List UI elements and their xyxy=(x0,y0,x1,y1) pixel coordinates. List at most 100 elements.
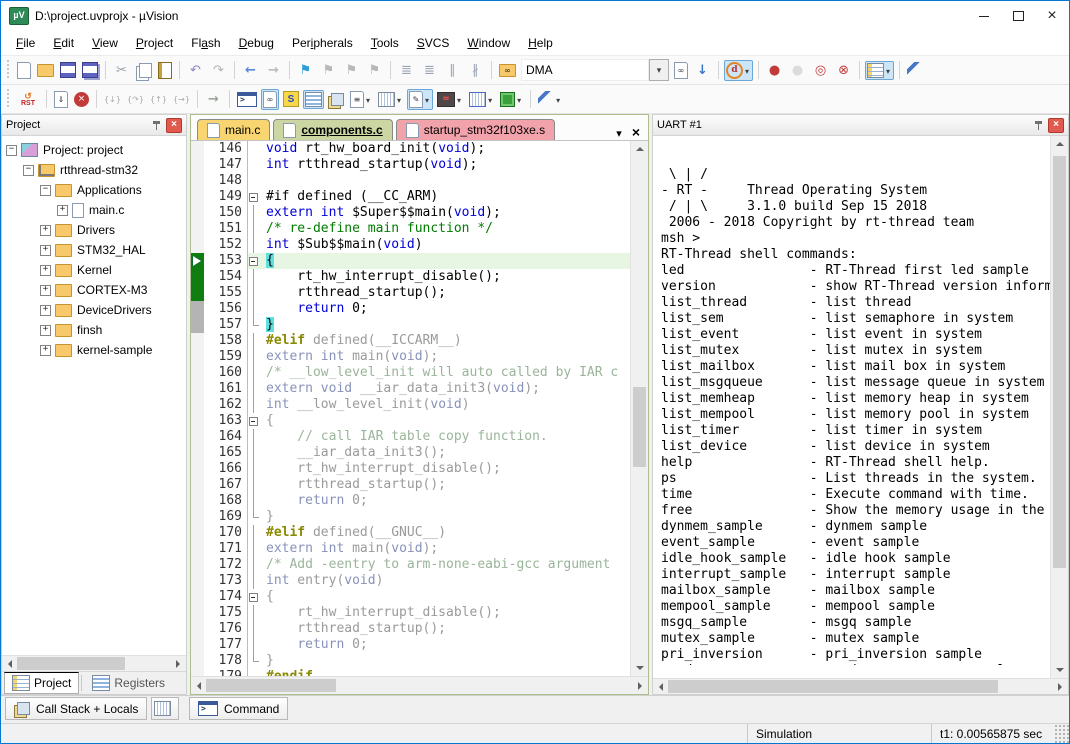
call-stack-tab[interactable]: Call Stack + Locals xyxy=(5,697,147,720)
scroll-thumb[interactable] xyxy=(668,680,998,693)
expander-minus-icon[interactable]: − xyxy=(6,145,17,156)
resize-grip[interactable] xyxy=(1055,724,1069,743)
editor-vertical-scrollbar[interactable] xyxy=(630,141,648,676)
expander-plus-icon[interactable]: + xyxy=(40,285,51,296)
scroll-thumb[interactable] xyxy=(206,679,336,692)
memory-windows-icon[interactable] xyxy=(376,90,405,109)
memory-windows-dropdown-icon[interactable] xyxy=(395,92,403,106)
scroll-left-icon[interactable] xyxy=(191,678,206,693)
expander-plus-icon[interactable]: + xyxy=(40,345,51,356)
navigate-forward-icon[interactable]: → xyxy=(263,60,284,81)
code-line[interactable]: 157} xyxy=(191,317,630,333)
search-dropdown-button[interactable] xyxy=(649,59,669,81)
disable-all-breakpoints-icon[interactable]: ◎ xyxy=(810,60,831,81)
kill-all-breakpoints-icon[interactable]: ⊗ xyxy=(833,60,854,81)
editor-tab-main-c[interactable]: main.c xyxy=(197,119,270,140)
expander-plus-icon[interactable]: + xyxy=(40,245,51,256)
code-line[interactable]: 150extern int $Super$$main(void); xyxy=(191,205,630,221)
scroll-thumb[interactable] xyxy=(17,657,125,670)
tree-item-kernel-sample[interactable]: +kernel-sample xyxy=(2,340,186,360)
tree-item-drivers[interactable]: +Drivers xyxy=(2,220,186,240)
unindent-icon[interactable]: ≣ xyxy=(396,60,417,81)
menu-project[interactable]: Project xyxy=(127,33,182,53)
command-tab[interactable]: > Command xyxy=(189,697,288,720)
insert-breakpoint-icon[interactable]: ● xyxy=(764,60,785,81)
menu-edit[interactable]: Edit xyxy=(44,33,83,53)
menu-file[interactable]: File xyxy=(7,33,44,53)
expander-plus-icon[interactable]: + xyxy=(40,305,51,316)
debug-toolbar-setup-dropdown-icon[interactable] xyxy=(554,92,562,106)
code-line[interactable]: 160/* __low_level_init will auto called … xyxy=(191,365,630,381)
scroll-right-icon[interactable] xyxy=(171,656,186,671)
bookmark-search-icon[interactable]: d xyxy=(724,60,753,81)
code-line[interactable]: 159extern int main(void); xyxy=(191,349,630,365)
copy-icon[interactable] xyxy=(134,61,154,80)
run-to-cursor-icon[interactable]: {→} xyxy=(171,89,192,110)
close-button[interactable] xyxy=(1035,2,1069,30)
editor-tab-startup-stm32f103xe-s[interactable]: startup_stm32f103xe.s xyxy=(396,119,555,140)
menu-flash[interactable]: Flash xyxy=(182,33,229,53)
tree-item-main-c[interactable]: +main.c xyxy=(2,200,186,220)
symbol-window-icon[interactable]: S xyxy=(281,89,301,109)
uart-output[interactable]: \ | / - RT - Thread Operating System / |… xyxy=(653,149,1050,665)
comment-selection-icon[interactable]: ∥ xyxy=(442,60,463,81)
code-line[interactable]: 168 return 0; xyxy=(191,493,630,509)
code-line[interactable]: 147int rtthread_startup(void); xyxy=(191,157,630,173)
next-bookmark-icon[interactable]: ⚑ xyxy=(341,60,362,81)
code-line[interactable]: 171extern int main(void); xyxy=(191,541,630,557)
close-panel-icon[interactable] xyxy=(1048,118,1064,133)
bookmark-search-dropdown-icon[interactable] xyxy=(743,63,751,77)
step-out-icon[interactable]: {↑} xyxy=(148,89,169,110)
disassembly-window-icon[interactable]: ∞ xyxy=(261,89,279,110)
expander-plus-icon[interactable]: + xyxy=(40,225,51,236)
code-line[interactable]: 167 rtthread_startup(); xyxy=(191,477,630,493)
code-line[interactable]: 162int __low_level_init(void) xyxy=(191,397,630,413)
fold-collapse-icon[interactable] xyxy=(247,189,261,205)
close-panel-icon[interactable] xyxy=(166,118,182,133)
tree-item-kernel[interactable]: +Kernel xyxy=(2,260,186,280)
project-horizontal-scrollbar[interactable] xyxy=(2,655,186,671)
scroll-thumb[interactable] xyxy=(633,387,646,467)
code-line[interactable]: 152int $Sub$$main(void) xyxy=(191,237,630,253)
code-line[interactable]: 178} xyxy=(191,653,630,669)
tab-list-dropdown-icon[interactable] xyxy=(616,126,622,140)
scroll-left-icon[interactable] xyxy=(653,679,668,694)
code-line[interactable]: 179#endif xyxy=(191,669,630,676)
toolbar-grip[interactable] xyxy=(6,89,11,109)
scroll-right-icon[interactable] xyxy=(1053,679,1068,694)
step-into-icon[interactable]: {↓} xyxy=(102,89,123,110)
serial-windows-icon[interactable]: ✎ xyxy=(407,89,433,110)
indent-icon[interactable]: ≣ xyxy=(419,60,440,81)
code-line[interactable]: 155 rtthread_startup(); xyxy=(191,285,630,301)
code-line[interactable]: 153{ xyxy=(191,253,630,269)
editor-tab-components-c[interactable]: components.c xyxy=(273,119,392,140)
trace-windows-icon[interactable] xyxy=(467,90,496,109)
tree-item-finsh[interactable]: +finsh xyxy=(2,320,186,340)
serial-windows-dropdown-icon[interactable] xyxy=(423,92,431,106)
code-line[interactable]: 161extern void __iar_data_init3(void); xyxy=(191,381,630,397)
find-in-files-icon[interactable]: ∞ xyxy=(497,62,518,79)
tree-item-devicedrivers[interactable]: +DeviceDrivers xyxy=(2,300,186,320)
previous-bookmark-icon[interactable]: ⚑ xyxy=(318,60,339,81)
menu-debug[interactable]: Debug xyxy=(230,33,283,53)
code-line[interactable]: 146void rt_hw_board_init(void); xyxy=(191,141,630,157)
code-line[interactable]: 158#elif defined(__ICCARM__) xyxy=(191,333,630,349)
expander-plus-icon[interactable]: + xyxy=(57,205,68,216)
code-line[interactable]: 165 __iar_data_init3(); xyxy=(191,445,630,461)
menu-svcs[interactable]: SVCS xyxy=(408,33,459,53)
scroll-left-icon[interactable] xyxy=(2,656,17,671)
code-line[interactable]: 164 // call IAR table copy function. xyxy=(191,429,630,445)
code-line[interactable]: 166 rt_hw_interrupt_disable(); xyxy=(191,461,630,477)
uart-vertical-scrollbar[interactable] xyxy=(1050,136,1068,678)
scroll-up-icon[interactable] xyxy=(631,141,648,156)
watch-windows-dropdown-icon[interactable] xyxy=(364,92,372,106)
system-viewer-dropdown-icon[interactable] xyxy=(515,92,523,106)
reset-cpu-icon[interactable]: RST xyxy=(15,89,41,110)
scroll-up-icon[interactable] xyxy=(1051,136,1068,151)
command-window-icon[interactable]: > xyxy=(235,90,259,109)
redo-icon[interactable]: ↷ xyxy=(208,60,229,81)
pin-icon[interactable] xyxy=(1034,120,1043,131)
code-line[interactable]: 163{ xyxy=(191,413,630,429)
memory-window-tab[interactable] xyxy=(151,697,179,720)
trace-windows-dropdown-icon[interactable] xyxy=(486,92,494,106)
